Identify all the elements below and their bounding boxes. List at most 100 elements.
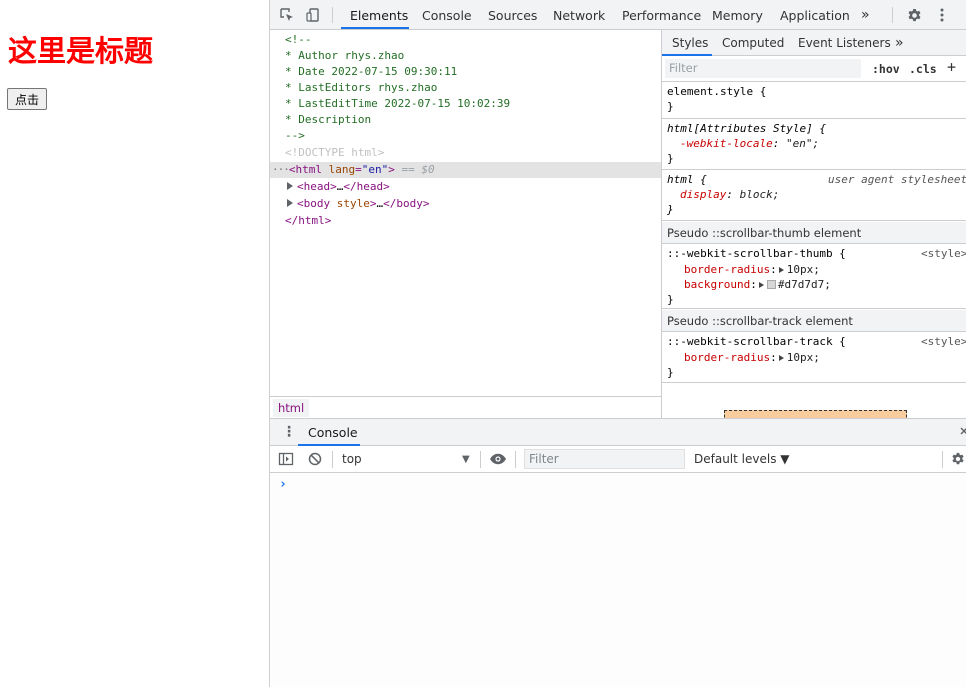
rule-origin[interactable]: <style> (921, 247, 966, 261)
rule-html-user-agent: html { user agent stylesheet display: bl… (662, 170, 966, 221)
tab-network[interactable]: Network (553, 0, 605, 30)
tree-comment-line[interactable]: * Description (270, 112, 661, 128)
css-property-value: 10px; (786, 263, 820, 276)
tree-comment-line[interactable]: --> (270, 128, 661, 144)
context-selector[interactable]: top (342, 450, 472, 469)
css-property-value: "en"; (785, 137, 820, 150)
drawer-menu-icon[interactable]: ⋮ (282, 424, 296, 440)
tree-node-dots[interactable]: ··· (272, 163, 290, 176)
css-declaration[interactable]: -webkit-locale: "en"; (680, 137, 819, 151)
toolbar-separator (942, 451, 943, 468)
tree-doctype-line[interactable]: <!DOCTYPE html> (270, 145, 661, 161)
gear-icon[interactable] (906, 7, 922, 23)
more-tabs-button[interactable]: » (861, 0, 870, 30)
tab-styles[interactable]: Styles (672, 30, 708, 56)
tree-comment-line[interactable]: * LastEditors rhys.zhao (270, 80, 661, 96)
css-declaration[interactable]: background: #d7d7d7; (684, 278, 831, 292)
styles-subtabs: Styles Computed Event Listeners » (662, 30, 966, 56)
rule-attributes-style: html[Attributes Style] { -webkit-locale:… (662, 119, 966, 170)
tree-html-close[interactable]: </html> (270, 213, 661, 229)
gear-icon[interactable] (951, 451, 966, 467)
log-levels-dropdown[interactable]: Default levels ▼ (694, 450, 790, 469)
console-prompt[interactable]: › (279, 477, 287, 493)
tree-comment-line[interactable]: * Date 2022-07-15 09:30:11 (270, 64, 661, 80)
more-subtabs-button[interactable]: » (895, 30, 904, 56)
rule-selector[interactable]: html[Attributes Style] { (667, 122, 826, 136)
clear-console-icon[interactable] (307, 451, 323, 467)
rule-close-brace: } (667, 203, 674, 216)
toolbar-separator (480, 451, 481, 468)
css-property-name: -webkit-locale (680, 137, 773, 150)
pseudo-thumb-header: Pseudo ::scrollbar-thumb element (662, 222, 966, 244)
page-viewport: 这里是标题 点击 (0, 0, 269, 687)
tab-application[interactable]: Application (780, 0, 850, 30)
drawer-tab-console[interactable]: Console (308, 419, 358, 446)
breadcrumb-item-html[interactable]: html (273, 399, 310, 417)
rule-origin[interactable]: <style> (921, 335, 966, 349)
box-model-diagram (724, 410, 907, 418)
rule-selector[interactable]: ::-webkit-scrollbar-thumb { (667, 247, 846, 261)
css-property-name: border-radius (684, 351, 771, 364)
styles-filter-row: Filter :hov .cls + (662, 56, 966, 82)
show-sidebar-icon[interactable] (278, 451, 294, 467)
class-toggle[interactable]: .cls (909, 60, 937, 78)
rule-selector[interactable]: html { (667, 173, 707, 187)
expand-shorthand-icon[interactable] (778, 355, 784, 361)
tab-performance[interactable]: Performance (622, 0, 701, 30)
breadcrumb: html (270, 396, 661, 418)
styles-sidebar: Styles Computed Event Listeners » Filter… (661, 30, 966, 418)
color-swatch-icon[interactable] (766, 280, 776, 289)
eye-icon[interactable] (489, 451, 506, 467)
add-rule-button[interactable]: + (947, 58, 956, 76)
body-close-name: body (396, 197, 423, 210)
tree-comment-line[interactable]: * LastEditTime 2022-07-15 10:02:39 (270, 96, 661, 112)
console-filter-input[interactable]: Filter (524, 449, 685, 469)
expand-shorthand-icon[interactable] (778, 267, 784, 273)
tab-event-listeners[interactable]: Event Listeners (798, 30, 891, 56)
rule-close-brace: } (667, 152, 674, 165)
tab-console[interactable]: Console (422, 0, 472, 30)
css-declaration[interactable]: border-radius: 10px; (684, 263, 820, 277)
tree-comment-line[interactable]: * Author rhys.zhao (270, 48, 661, 64)
styles-filter-input[interactable]: Filter (665, 59, 861, 78)
rule-origin: user agent stylesheet (828, 173, 966, 186)
tab-computed[interactable]: Computed (722, 30, 784, 56)
screen: 这里是标题 点击 Elements Console Sources Networ… (0, 0, 966, 687)
close-drawer-icon[interactable] (960, 424, 966, 439)
pseudo-track-header: Pseudo ::scrollbar-track element (662, 310, 966, 332)
head-close-name: head (356, 180, 384, 193)
hover-state-toggle[interactable]: :hov (872, 60, 900, 78)
console-output[interactable]: › (270, 473, 966, 687)
toolbar-separator (332, 7, 333, 23)
head-tag-name: head (303, 180, 331, 193)
chevron-down-icon[interactable]: ▼ (462, 450, 470, 469)
expand-shorthand-icon[interactable] (758, 282, 764, 288)
device-toolbar-icon[interactable] (305, 7, 321, 23)
expand-triangle-icon[interactable] (287, 182, 293, 190)
body-tag-name: body (303, 197, 331, 210)
tree-body-node[interactable]: <body style>…</body> (270, 196, 661, 212)
kebab-menu-icon[interactable] (934, 7, 950, 23)
css-declaration[interactable]: display: block; (680, 188, 779, 202)
css-declaration[interactable]: border-radius: 10px; (684, 351, 820, 365)
tab-elements[interactable]: Elements (350, 0, 408, 30)
css-property-value: block; (739, 188, 780, 201)
inspect-element-icon[interactable] (279, 7, 295, 23)
click-button[interactable]: 点击 (7, 88, 48, 110)
css-property-value: #d7d7d7; (777, 278, 831, 291)
rule-selector[interactable]: element.style { (667, 85, 766, 99)
html-attr-name: lang (328, 163, 356, 176)
console-toolbar: top ▼ Filter Default levels ▼ (270, 446, 966, 473)
rule-close-brace: } (667, 100, 674, 113)
tree-comment-line[interactable]: <!-- (270, 32, 661, 48)
expand-triangle-icon[interactable] (287, 199, 293, 207)
rule-selector[interactable]: ::-webkit-scrollbar-track { (667, 335, 846, 349)
toolbar-separator (892, 7, 893, 23)
tree-html-node[interactable]: ···<html lang="en"> == $0 (270, 162, 661, 178)
tree-head-node[interactable]: <head>…</head> (270, 179, 661, 195)
body-attr-name: style (336, 197, 370, 210)
tab-sources[interactable]: Sources (488, 0, 537, 30)
toolbar-separator (515, 451, 516, 468)
css-property-value: 10px; (786, 351, 820, 364)
tab-memory[interactable]: Memory (712, 0, 763, 30)
